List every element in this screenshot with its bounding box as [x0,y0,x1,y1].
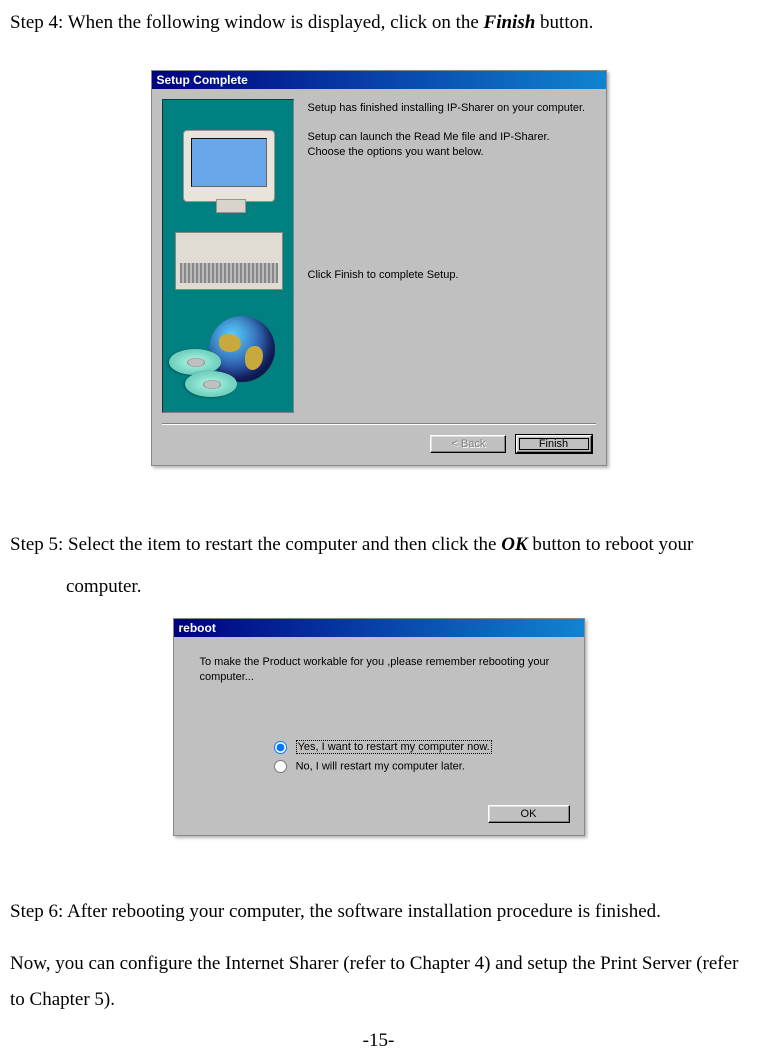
back-button: < Back [430,435,506,453]
reboot-message: To make the Product workable for you ,pl… [200,655,566,685]
step4-text-b: button. [535,12,593,33]
discs-globe-icon [171,310,287,398]
reboot-option-no-label: No, I will restart my computer later. [296,760,465,772]
step4-text-a: Step 4: When the following window is dis… [10,12,484,33]
step5-text-b: button to reboot your [528,534,694,555]
setup-line2: Setup can launch the Read Me file and IP… [308,130,590,160]
reboot-title: reboot [179,621,216,635]
closing-paragraph: Now, you can configure the Internet Shar… [10,946,747,1018]
reboot-titlebar: reboot [174,619,584,637]
setup-complete-titlebar: Setup Complete [152,71,606,89]
ok-button[interactable]: OK [488,805,570,823]
reboot-radio-no[interactable] [274,760,287,773]
step6-instruction: Step 6: After rebooting your computer, t… [10,894,747,930]
step5-text-a: Step 5: Select the item to restart the c… [10,534,501,555]
reboot-option-yes-row[interactable]: Yes, I want to restart my computer now. [274,741,566,754]
setup-complete-title: Setup Complete [157,73,248,87]
finish-button[interactable]: Finish [516,435,592,453]
step5-tail: computer. [66,568,747,606]
setup-line1: Setup has finished installing IP-Sharer … [308,101,590,116]
step5-instruction: Step 5: Select the item to restart the c… [10,526,747,606]
setup-side-graphic [162,99,294,413]
setup-message-area: Setup has finished installing IP-Sharer … [294,99,596,413]
reboot-option-yes-label: Yes, I want to restart my computer now. [296,740,492,754]
computer-box-icon [175,232,283,290]
step5-bold: OK [501,534,527,555]
step4-bold: Finish [484,12,536,33]
setup-line3: Click Finish to complete Setup. [308,268,590,283]
page-number: -15- [0,1030,757,1052]
reboot-radio-yes[interactable] [274,741,287,754]
setup-complete-dialog: Setup Complete Setup has finished instal… [151,70,607,466]
monitor-icon [183,130,275,202]
step4-instruction: Step 4: When the following window is dis… [10,4,747,42]
reboot-dialog: reboot To make the Product workable for … [173,618,585,836]
reboot-option-no-row[interactable]: No, I will restart my computer later. [274,760,566,773]
cd-icon [185,371,237,397]
